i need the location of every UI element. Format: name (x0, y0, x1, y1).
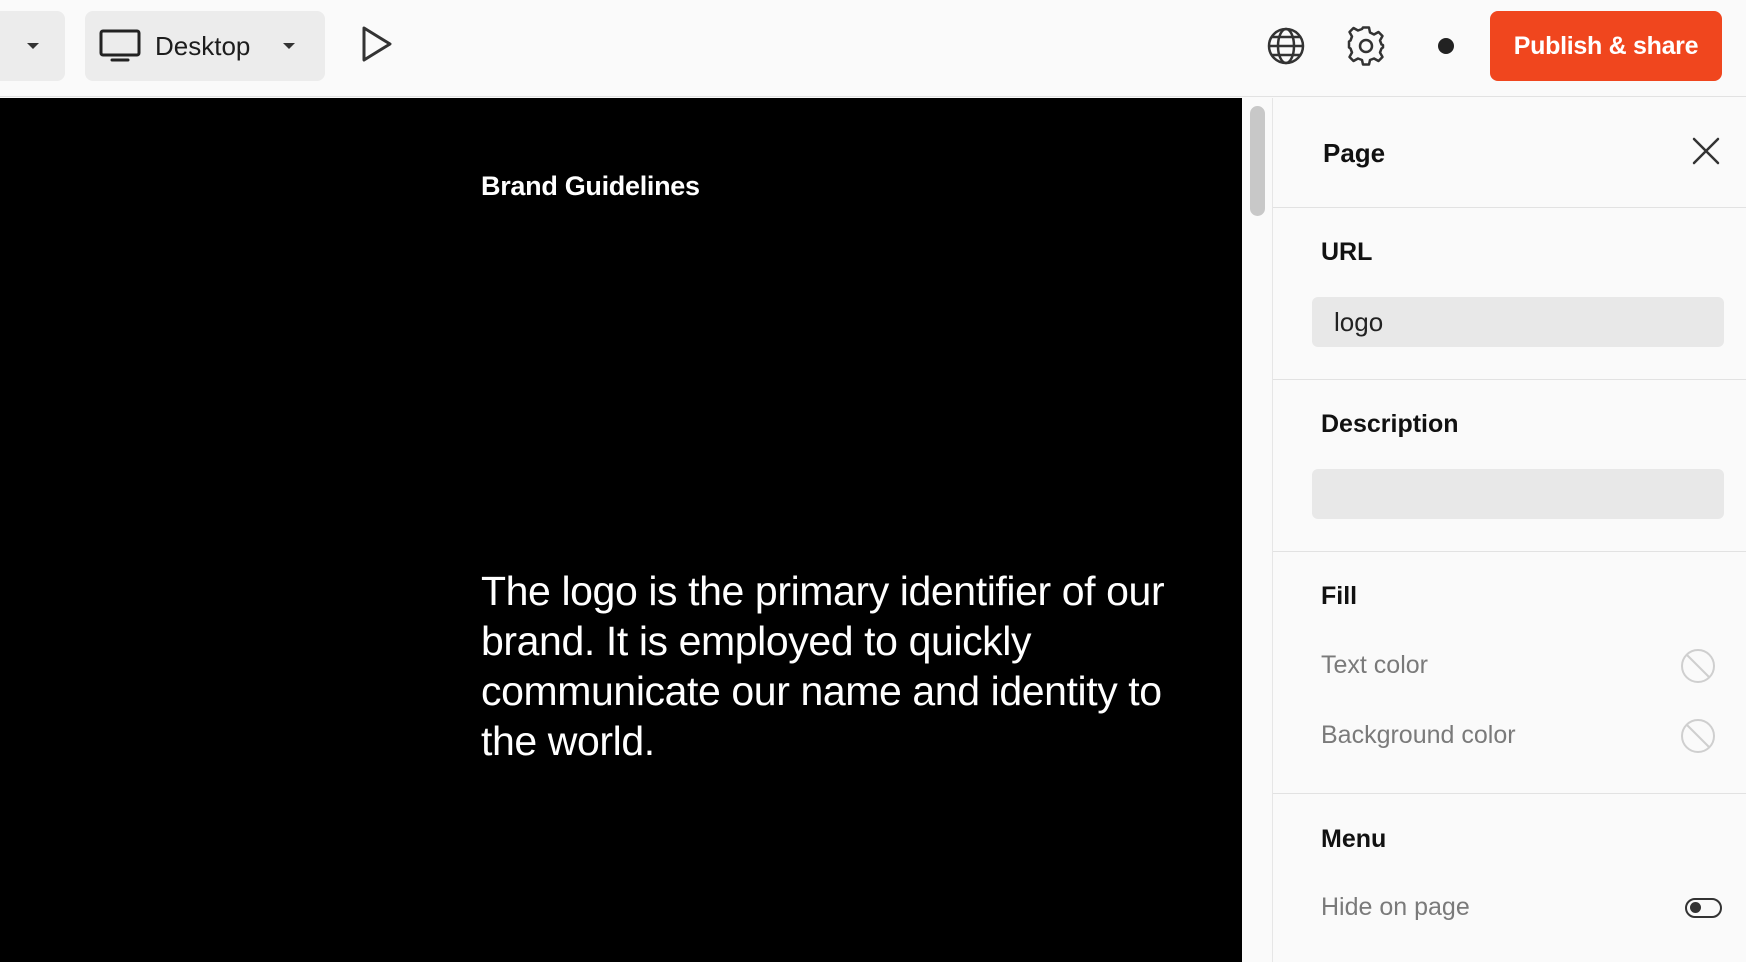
description-input[interactable] (1312, 469, 1724, 519)
background-color-swatch[interactable] (1680, 718, 1716, 759)
page-settings-panel: Page URL Description Fill Text color Bac… (1273, 98, 1746, 962)
panel-title: Page (1323, 138, 1386, 168)
page-dropdown[interactable] (0, 11, 65, 81)
play-icon (362, 26, 392, 62)
chevron-down-icon (283, 43, 295, 49)
menu-label: Menu (1321, 825, 1387, 853)
language-button[interactable] (1265, 25, 1307, 72)
description-label: Description (1321, 410, 1459, 438)
preview-button[interactable] (360, 24, 394, 69)
publish-share-button[interactable]: Publish & share (1490, 11, 1722, 81)
close-icon (1692, 137, 1720, 165)
globe-icon (1267, 27, 1305, 65)
url-input[interactable] (1312, 297, 1724, 347)
fill-label: Fill (1321, 582, 1358, 610)
body-text[interactable]: The logo is the primary identifier of ou… (481, 566, 1181, 766)
close-panel-button[interactable] (1691, 136, 1721, 171)
fill-section: Fill Text color Background color (1273, 552, 1746, 794)
background-color-label: Background color (1321, 721, 1516, 749)
hide-on-page-toggle[interactable] (1685, 898, 1722, 918)
device-label: Desktop (155, 31, 251, 61)
hide-on-page-label: Hide on page (1321, 893, 1470, 921)
monitor-icon (99, 29, 141, 62)
description-section: Description (1273, 380, 1746, 552)
chevron-down-icon (26, 43, 39, 49)
status-indicator (1438, 38, 1454, 54)
gear-icon (1347, 26, 1385, 66)
panel-header: Page (1273, 98, 1746, 208)
site-title[interactable]: Brand Guidelines (481, 171, 700, 202)
top-toolbar: Desktop Publish & share (0, 0, 1746, 97)
scrollbar-thumb[interactable] (1250, 106, 1265, 216)
toggle-knob (1690, 902, 1701, 913)
url-section: URL (1273, 208, 1746, 380)
text-color-label: Text color (1321, 651, 1428, 679)
settings-button[interactable] (1346, 26, 1386, 71)
canvas-scrollbar[interactable] (1242, 98, 1273, 962)
no-color-icon (1681, 649, 1715, 683)
device-dropdown[interactable]: Desktop (85, 11, 325, 81)
no-color-icon (1681, 719, 1715, 753)
menu-section: Menu Hide on page (1273, 794, 1746, 962)
text-color-swatch[interactable] (1680, 648, 1716, 689)
url-label: URL (1321, 238, 1373, 266)
page-canvas[interactable]: Brand Guidelines The logo is the primary… (0, 98, 1242, 962)
